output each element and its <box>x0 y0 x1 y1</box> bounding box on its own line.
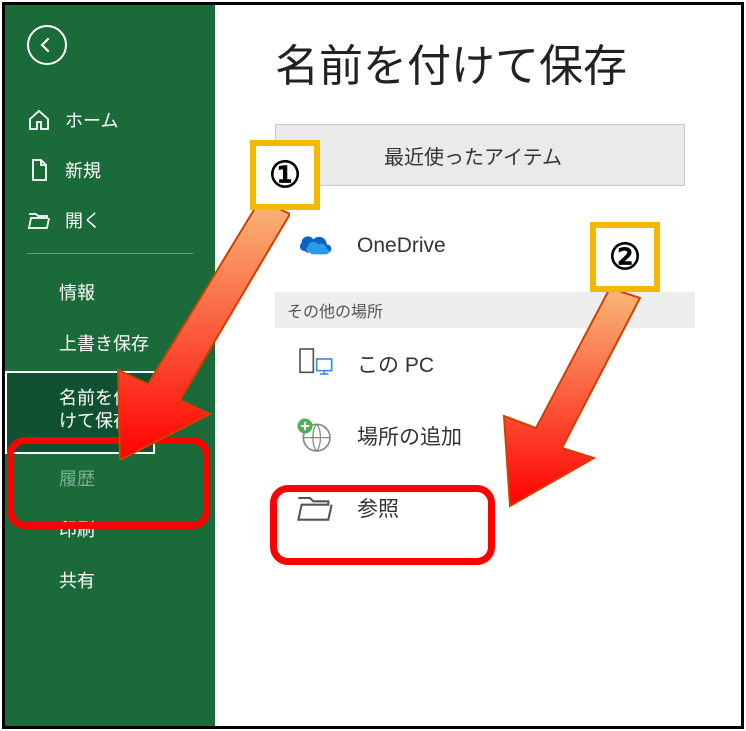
this-pc-icon <box>295 344 335 384</box>
nav-share-label: 共有 <box>59 571 95 591</box>
this-pc-item[interactable]: この PC <box>275 328 741 400</box>
nav-print[interactable]: 印刷 <box>5 505 215 556</box>
nav-history-label: 履歴 <box>59 469 95 489</box>
backstage-sidebar: ホーム 新規 開く 情報 上書き保存 名前を付けて保存 履歴 印刷 共有 <box>5 5 215 726</box>
nav-home[interactable]: ホーム <box>5 95 215 145</box>
onedrive-item[interactable]: OneDrive <box>275 210 741 282</box>
nav-save[interactable]: 上書き保存 <box>5 319 215 370</box>
nav-new-label: 新規 <box>65 157 101 183</box>
this-pc-label: この PC <box>357 349 434 379</box>
nav-save-label: 上書き保存 <box>59 334 149 354</box>
nav-info[interactable]: 情報 <box>5 268 215 319</box>
onedrive-label: OneDrive <box>357 234 446 258</box>
browse-folder-icon <box>295 488 335 528</box>
add-location-label: 場所の追加 <box>357 421 462 451</box>
nav-open-label: 開く <box>65 207 101 233</box>
recent-items-label: 最近使ったアイテム <box>384 141 562 170</box>
content-pane: 名前を付けて保存 最近使ったアイテム OneDrive その他の場所 この PC… <box>215 5 741 726</box>
home-icon <box>27 108 51 132</box>
nav-print-label: 印刷 <box>59 520 95 540</box>
onedrive-icon <box>295 226 335 266</box>
nav-open[interactable]: 開く <box>5 195 215 245</box>
browse-label: 参照 <box>357 493 399 523</box>
nav-history: 履歴 <box>5 454 215 505</box>
nav-save-as-label: 名前を付けて保存 <box>59 388 131 431</box>
nav-divider <box>27 253 193 254</box>
step-2-badge: ② <box>590 222 660 292</box>
step-1-text: ① <box>269 154 301 196</box>
step-2-text: ② <box>609 236 641 278</box>
page-title: 名前を付けて保存 <box>275 30 741 94</box>
new-doc-icon <box>27 158 51 182</box>
back-button[interactable] <box>27 25 67 65</box>
browse-item[interactable]: 参照 <box>275 472 741 544</box>
nav-new[interactable]: 新規 <box>5 145 215 195</box>
other-locations-header: その他の場所 <box>275 292 695 328</box>
nav-share[interactable]: 共有 <box>5 556 215 607</box>
recent-items-button[interactable]: 最近使ったアイテム <box>275 124 685 186</box>
nav-info-label: 情報 <box>59 283 95 303</box>
step-1-badge: ① <box>250 140 320 210</box>
add-location-icon <box>295 416 335 456</box>
back-arrow-icon <box>37 35 57 55</box>
nav-home-label: ホーム <box>65 107 118 133</box>
add-location-item[interactable]: 場所の追加 <box>275 400 741 472</box>
nav-save-as[interactable]: 名前を付けて保存 <box>5 371 155 454</box>
folder-open-icon <box>27 208 51 232</box>
